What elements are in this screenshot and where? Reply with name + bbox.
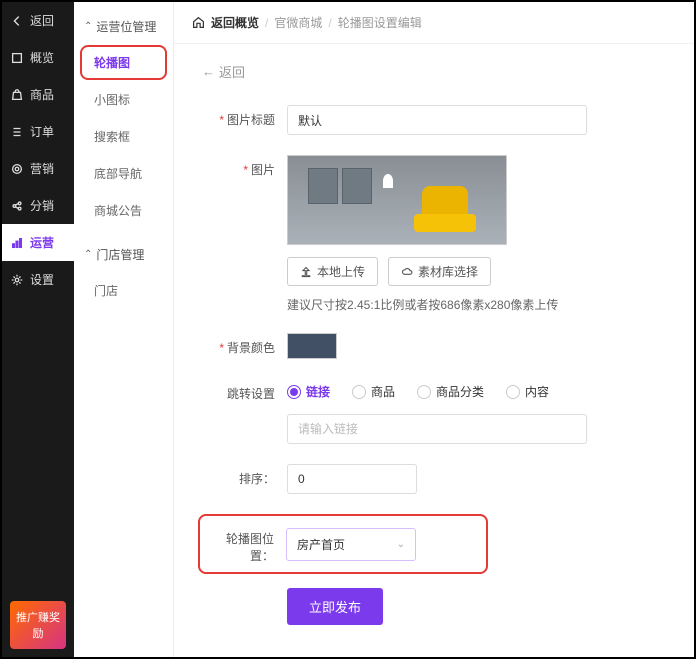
nav-label: 商品 <box>30 86 54 103</box>
nav-distribution[interactable]: 分销 <box>2 187 74 224</box>
radio-icon <box>506 385 520 399</box>
back-link[interactable]: ← 返回 <box>202 62 666 81</box>
sub-carousel[interactable]: 轮播图 <box>80 45 167 80</box>
sub-announce[interactable]: 商城公告 <box>80 193 167 228</box>
content-area: ← 返回 *图片标题 *图片 <box>174 44 694 657</box>
nav-label: 营销 <box>30 160 54 177</box>
nav-settings[interactable]: 设置 <box>2 261 74 298</box>
nav-products[interactable]: 商品 <box>2 76 74 113</box>
jump-radio-group: 链接 商品 商品分类 内容 <box>287 379 666 400</box>
radio-icon <box>417 385 431 399</box>
gear-icon <box>10 273 24 287</box>
row-position: 轮播图位置： 房产首页 ⌄ <box>202 514 666 574</box>
sub-bottomnav[interactable]: 底部导航 <box>80 156 167 191</box>
home-icon <box>192 16 205 29</box>
sub-smallicon[interactable]: 小图标 <box>80 82 167 117</box>
row-submit: 立即发布 <box>202 588 666 625</box>
row-jump: 跳转设置 链接 商品 商品分类 内容 <box>202 379 666 444</box>
link-input[interactable] <box>287 414 587 444</box>
cloud-icon <box>401 266 413 278</box>
breadcrumb: 返回概览 / 官微商城 / 轮播图设置编辑 <box>174 2 694 44</box>
upload-hint: 建议尺寸按2.45:1比例或者按686像素x280像素上传 <box>287 296 666 313</box>
radio-icon <box>352 385 366 399</box>
crumb-1[interactable]: 返回概览 <box>211 14 259 31</box>
chart-icon <box>10 236 24 250</box>
sub-searchbox[interactable]: 搜索框 <box>80 119 167 154</box>
crumb-2[interactable]: 官微商城 <box>274 14 322 31</box>
nav-label: 概览 <box>30 49 54 66</box>
title-input[interactable] <box>287 105 587 135</box>
group-title: 运营位管理 <box>96 18 156 35</box>
radio-product[interactable]: 商品 <box>352 383 395 400</box>
crumb-3: 轮播图设置编辑 <box>338 14 422 31</box>
row-sort: 排序： <box>202 464 666 494</box>
nav-label: 订单 <box>30 123 54 140</box>
square-icon <box>10 51 24 65</box>
upload-library-button[interactable]: 素材库选择 <box>388 257 491 286</box>
position-select[interactable]: 房产首页 ⌄ <box>286 528 416 561</box>
nav-return[interactable]: 返回 <box>2 2 74 39</box>
group-title: 门店管理 <box>96 246 144 263</box>
nav-label: 分销 <box>30 197 54 214</box>
radio-icon <box>287 385 301 399</box>
radio-category[interactable]: 商品分类 <box>417 383 484 400</box>
position-highlight: 轮播图位置： 房产首页 ⌄ <box>198 514 488 574</box>
nav-label: 设置 <box>30 271 54 288</box>
upload-local-button[interactable]: 本地上传 <box>287 257 378 286</box>
upload-icon <box>300 266 312 278</box>
nav-marketing[interactable]: 营销 <box>2 150 74 187</box>
publish-button[interactable]: 立即发布 <box>287 588 383 625</box>
nav-overview[interactable]: 概览 <box>2 39 74 76</box>
arrow-left-icon: ← <box>202 64 215 79</box>
share-icon <box>10 199 24 213</box>
row-title: *图片标题 <box>202 105 666 135</box>
sub-store[interactable]: 门店 <box>80 273 167 308</box>
color-picker[interactable] <box>287 333 337 359</box>
row-image: *图片 本地上传 <box>202 155 666 313</box>
arrow-left-icon <box>10 14 24 28</box>
group-store[interactable]: ⌃ 门店管理 <box>74 238 173 271</box>
nav-operations[interactable]: 运营 <box>2 224 74 261</box>
image-preview[interactable] <box>287 155 507 245</box>
app-root: 返回 概览 商品 订单 营销 分销 运营 设置 推 <box>0 0 696 659</box>
promo-badge[interactable]: 推广赚奖励 <box>10 601 66 649</box>
chevron-down-icon: ⌃ <box>84 21 92 32</box>
group-operations[interactable]: ⌃ 运营位管理 <box>74 10 173 43</box>
row-bgcolor: *背景颜色 <box>202 333 666 359</box>
chevron-down-icon: ⌃ <box>84 249 92 260</box>
sidebar-secondary: ⌃ 运营位管理 轮播图 小图标 搜索框 底部导航 商城公告 ⌃ 门店管理 门店 <box>74 2 174 657</box>
nav-orders[interactable]: 订单 <box>2 113 74 150</box>
nav-label: 运营 <box>30 234 54 251</box>
radio-content[interactable]: 内容 <box>506 383 549 400</box>
chevron-down-icon: ⌄ <box>397 539 405 550</box>
radio-link[interactable]: 链接 <box>287 383 330 400</box>
main: 返回概览 / 官微商城 / 轮播图设置编辑 ← 返回 *图片标题 *图片 <box>174 2 694 657</box>
target-icon <box>10 162 24 176</box>
bag-icon <box>10 88 24 102</box>
nav-label: 返回 <box>30 12 54 29</box>
sort-input[interactable] <box>287 464 417 494</box>
list-icon <box>10 125 24 139</box>
sidebar-primary: 返回 概览 商品 订单 营销 分销 运营 设置 推 <box>2 2 74 657</box>
